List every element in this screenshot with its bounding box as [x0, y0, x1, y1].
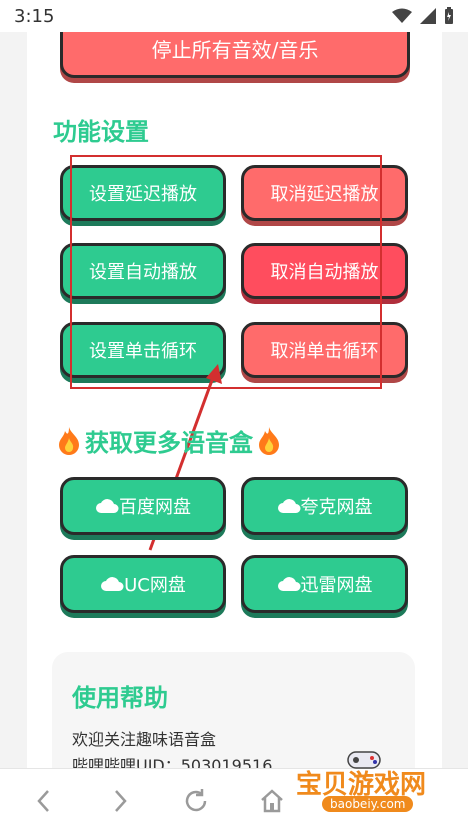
cancel-click-loop-button[interactable]: 取消单击循环: [241, 322, 408, 378]
cloud-icon: [101, 577, 124, 591]
section-get-more: 获取更多语音盒: [57, 423, 281, 458]
signal-icon: [420, 8, 436, 24]
chevron-left-icon: [37, 790, 49, 812]
status-time: 3:15: [14, 5, 55, 27]
section-function-settings: 功能设置: [53, 118, 149, 146]
cloud-icon: [96, 499, 119, 513]
cancel-auto-play-button[interactable]: 取消自动播放: [241, 243, 408, 299]
quark-label: 夸克网盘: [300, 497, 373, 518]
fire-icon: [259, 426, 279, 455]
baidu-label: 百度网盘: [119, 497, 191, 518]
get-more-title: 获取更多语音盒: [85, 429, 253, 457]
status-icons: [392, 7, 454, 25]
cancel-delay-label: 取消延迟播放: [270, 184, 379, 205]
help-line-welcome: 欢迎关注趣味语音盒: [72, 730, 217, 749]
xunlei-label: 迅雷网盘: [300, 575, 373, 596]
set-delay-label: 设置延迟播放: [89, 184, 197, 205]
forward-button[interactable]: [104, 785, 136, 817]
reload-icon: [185, 789, 207, 812]
uc-label: UC网盘: [124, 575, 186, 596]
reload-button[interactable]: [180, 785, 212, 817]
stop-all-label: 停止所有音效/音乐: [151, 37, 319, 62]
set-auto-play-button[interactable]: 设置自动播放: [60, 243, 226, 299]
cancel-auto-label: 取消自动播放: [270, 262, 379, 283]
fire-icon: [59, 426, 79, 455]
wifi-icon: [392, 8, 412, 23]
cloud-icon: [277, 499, 300, 513]
set-delay-button[interactable]: 设置延迟播放: [60, 165, 226, 221]
cloud-icon: [277, 577, 300, 591]
battery-icon: [445, 7, 453, 24]
chevron-right-icon: [115, 790, 127, 812]
set-auto-label: 设置自动播放: [89, 262, 197, 283]
xunlei-pan-button[interactable]: 迅雷网盘: [241, 555, 408, 613]
cancel-delay-button[interactable]: 取消延迟播放: [241, 165, 408, 221]
status-bar: 3:15: [0, 0, 468, 32]
cancel-loop-label: 取消单击循环: [270, 341, 379, 362]
help-title: 使用帮助: [72, 684, 168, 712]
quark-pan-button[interactable]: 夸克网盘: [241, 477, 408, 535]
watermark-domain: baobeiy.com: [322, 796, 414, 812]
watermark: 宝贝游戏网 baobeiy.com: [292, 746, 442, 816]
home-button[interactable]: [256, 785, 288, 817]
home-icon: [261, 789, 283, 813]
back-button[interactable]: [28, 785, 60, 817]
uc-pan-button[interactable]: UC网盘: [60, 555, 226, 613]
baidu-pan-button[interactable]: 百度网盘: [60, 477, 226, 535]
